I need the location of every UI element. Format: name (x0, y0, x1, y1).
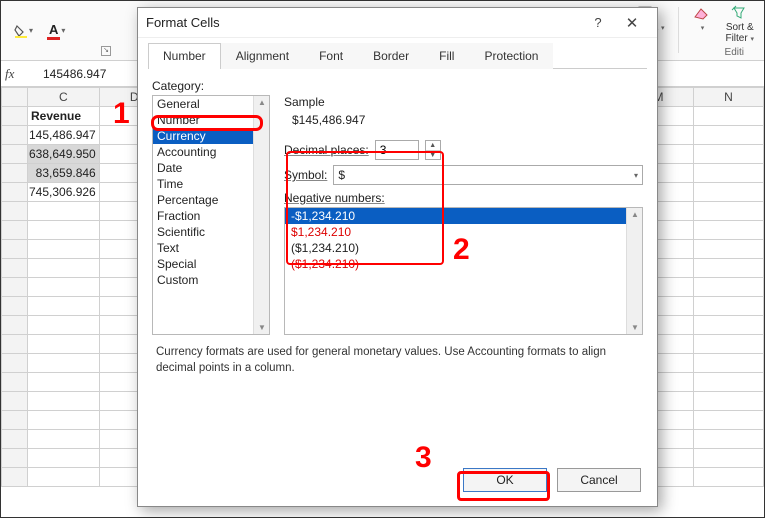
dialog-launcher-icon[interactable]: ↘ (101, 46, 111, 56)
formula-value[interactable]: 145486.947 (43, 67, 106, 81)
chevron-up-icon[interactable]: ▲ (426, 141, 440, 151)
col-header[interactable]: C (28, 88, 100, 107)
dialog-tabs: Number Alignment Font Border Fill Protec… (148, 42, 647, 69)
cell[interactable]: 638,649.950 (28, 145, 100, 164)
font-color-icon: A (47, 22, 60, 40)
decimal-places-spinner[interactable]: ▲▼ (425, 140, 441, 160)
sample-label: Sample (284, 95, 643, 109)
symbol-select[interactable]: $ ▾ (333, 165, 643, 185)
ok-button[interactable]: OK (463, 468, 547, 492)
cell[interactable]: 145,486.947 (28, 126, 100, 145)
help-button[interactable]: ? (581, 15, 615, 30)
decimal-places-input[interactable] (375, 140, 419, 160)
col-header[interactable]: N (694, 88, 764, 107)
category-item-special[interactable]: Special (153, 256, 269, 272)
cell[interactable]: 83,659.846 (28, 164, 100, 183)
cell[interactable]: Revenue (28, 107, 100, 126)
tab-border[interactable]: Border (358, 43, 424, 69)
tab-number[interactable]: Number (148, 43, 221, 69)
category-item-text[interactable]: Text (153, 240, 269, 256)
category-item-custom[interactable]: Custom (153, 272, 269, 288)
dialog-title: Format Cells (146, 15, 581, 30)
scrollbar[interactable] (253, 96, 269, 334)
symbol-value: $ (338, 168, 345, 182)
category-item-general[interactable]: General (153, 96, 269, 112)
scrollbar[interactable] (626, 208, 642, 334)
dialog-titlebar: Format Cells ? ✕ (138, 8, 657, 38)
fx-icon[interactable]: fx (5, 66, 33, 82)
category-label: Category: (152, 79, 643, 93)
chevron-down-icon[interactable]: ▼ (426, 151, 440, 160)
category-item-date[interactable]: Date (153, 160, 269, 176)
tab-font[interactable]: Font (304, 43, 358, 69)
font-color-dropdown[interactable]: A ▾ (42, 21, 70, 41)
chevron-down-icon: ▾ (634, 171, 638, 180)
negative-numbers-label: Negative numbers: (284, 191, 643, 205)
cell[interactable]: 745,306.926 (28, 183, 100, 202)
clear-dropdown[interactable]: ▾ (693, 5, 711, 33)
decimal-places-label: Decimal places: (284, 143, 369, 157)
format-cells-dialog: Format Cells ? ✕ Number Alignment Font B… (137, 7, 658, 507)
category-item-time[interactable]: Time (153, 176, 269, 192)
close-button[interactable]: ✕ (615, 14, 649, 32)
category-item-currency[interactable]: Currency (153, 128, 269, 144)
tab-fill[interactable]: Fill (424, 43, 469, 69)
category-listbox[interactable]: General Number Currency Accounting Date … (152, 95, 270, 335)
negative-item[interactable]: ($1,234.210) (285, 256, 642, 272)
negative-item[interactable]: ($1,234.210) (285, 240, 642, 256)
negative-numbers-listbox[interactable]: -$1,234.210 $1,234.210 ($1,234.210) ($1,… (284, 207, 643, 335)
tab-protection[interactable]: Protection (469, 43, 553, 69)
sort-label: Sort & (726, 22, 754, 33)
cancel-button[interactable]: Cancel (557, 468, 641, 492)
symbol-label: Symbol: (284, 168, 327, 182)
chevron-down-icon: ▾ (61, 26, 65, 35)
category-item-number[interactable]: Number (153, 112, 269, 128)
category-item-scientific[interactable]: Scientific (153, 224, 269, 240)
fill-color-dropdown[interactable]: ▾ (9, 23, 38, 39)
sample-value: $145,486.947 (284, 111, 643, 135)
category-item-fraction[interactable]: Fraction (153, 208, 269, 224)
filter-label: Filter (725, 33, 747, 44)
negative-item[interactable]: $1,234.210 (285, 224, 642, 240)
category-item-percentage[interactable]: Percentage (153, 192, 269, 208)
category-item-accounting[interactable]: Accounting (153, 144, 269, 160)
format-description: Currency formats are used for general mo… (156, 345, 639, 376)
select-all-corner[interactable] (2, 88, 28, 107)
negative-item[interactable]: -$1,234.210 (285, 208, 642, 224)
chevron-down-icon: ▾ (29, 26, 33, 35)
editing-group-label: Editi (725, 47, 744, 58)
sort-filter-button[interactable]: Sort & Filter ▾ (725, 5, 754, 44)
tab-alignment[interactable]: Alignment (221, 43, 304, 69)
